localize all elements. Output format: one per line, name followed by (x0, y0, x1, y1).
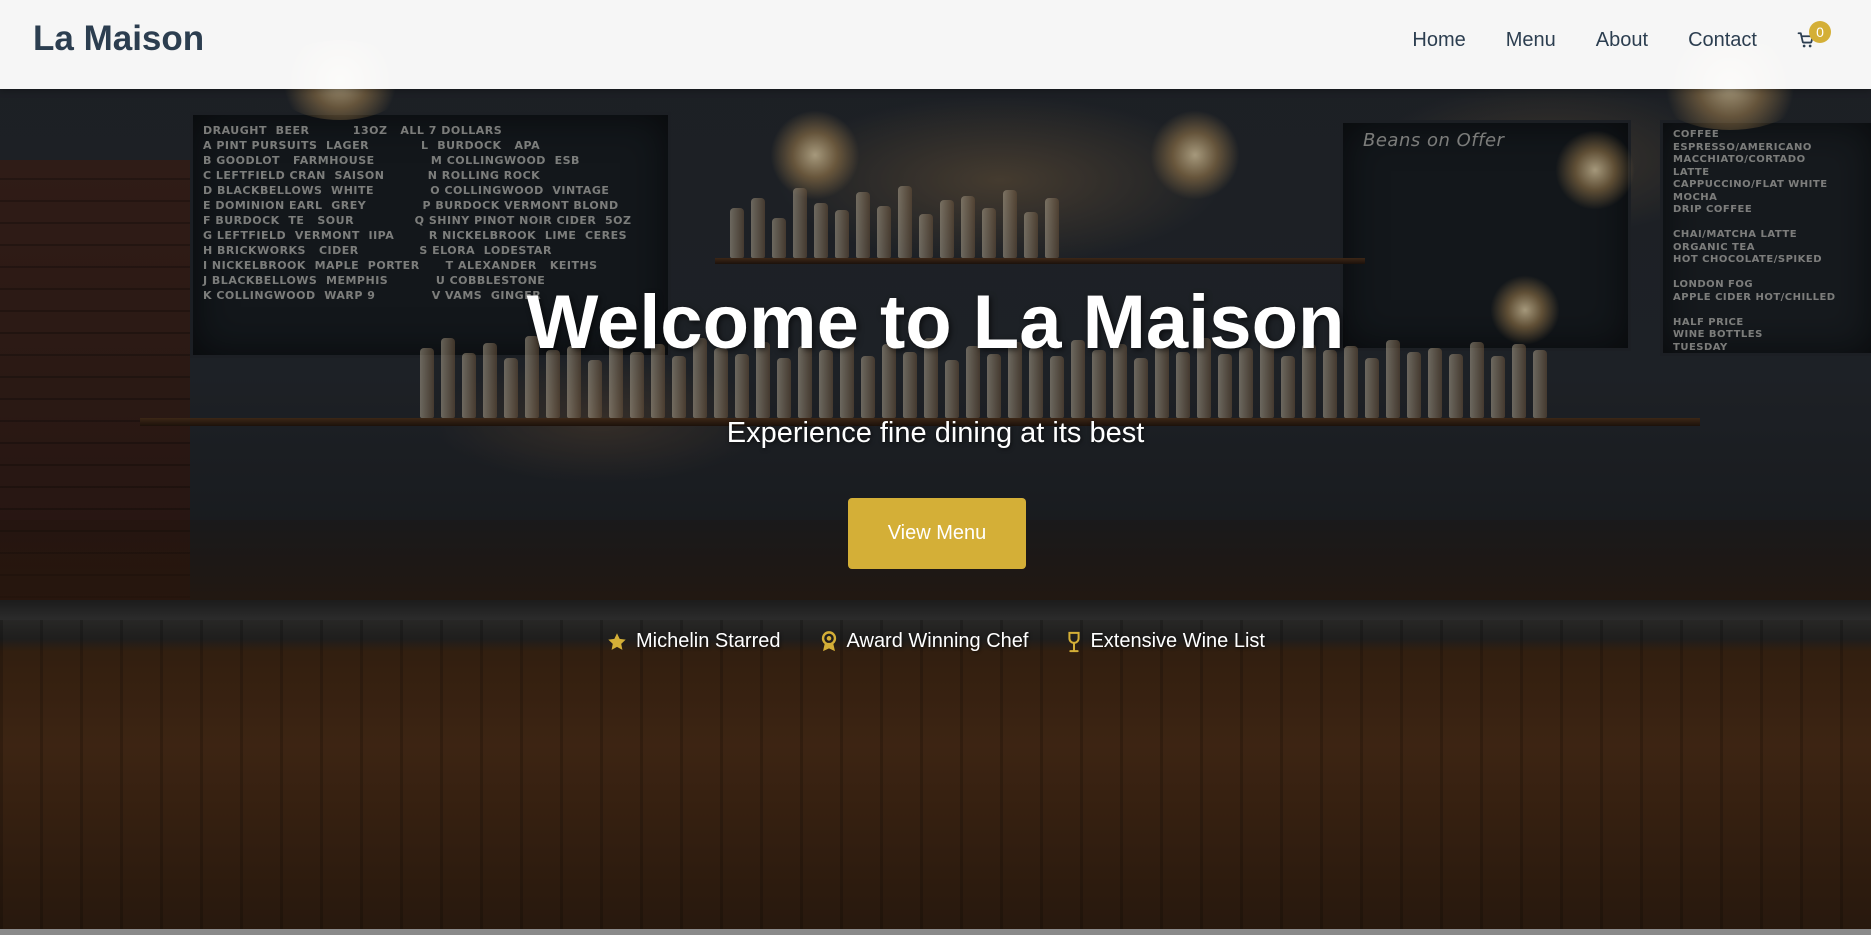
navbar: La Maison Home Menu About Contact 0 (0, 0, 1871, 89)
wine-glass-icon (1068, 631, 1081, 652)
feature-label: Extensive Wine List (1090, 630, 1265, 652)
view-menu-button[interactable]: View Menu (848, 498, 1026, 569)
nav-link-about[interactable]: About (1596, 27, 1648, 53)
cart-count-badge: 0 (1809, 21, 1831, 43)
feature-award-winning-chef: Award Winning Chef (819, 630, 1029, 653)
nav-link-home[interactable]: Home (1412, 27, 1465, 53)
nav-link-contact[interactable]: Contact (1688, 27, 1757, 53)
hero-subtitle: Experience fine dining at its best (726, 417, 1145, 449)
hero-title: Welcome to La Maison (526, 280, 1345, 365)
feature-michelin-starred: Michelin Starred (606, 630, 781, 653)
feature-extensive-wine-list: Extensive Wine List (1066, 630, 1265, 653)
horizontal-scrollbar[interactable] (0, 929, 1871, 935)
feature-label: Michelin Starred (636, 630, 781, 652)
hero-section: Welcome to La Maison Experience fine din… (0, 0, 1871, 935)
brand-logo[interactable]: La Maison (33, 19, 204, 59)
feature-list: Michelin Starred Award Winning Chef Exte… (0, 630, 1871, 653)
award-icon (821, 630, 836, 651)
feature-label: Award Winning Chef (846, 630, 1029, 652)
nav-link-menu[interactable]: Menu (1506, 27, 1556, 53)
page: DRAUGHT BEER 13OZ ALL 7 DOLLARS A PINT P… (0, 0, 1871, 935)
star-icon (608, 632, 626, 650)
cart-button[interactable]: 0 (1797, 21, 1831, 53)
nav-links: Home Menu About Contact 0 (1372, 21, 1831, 53)
